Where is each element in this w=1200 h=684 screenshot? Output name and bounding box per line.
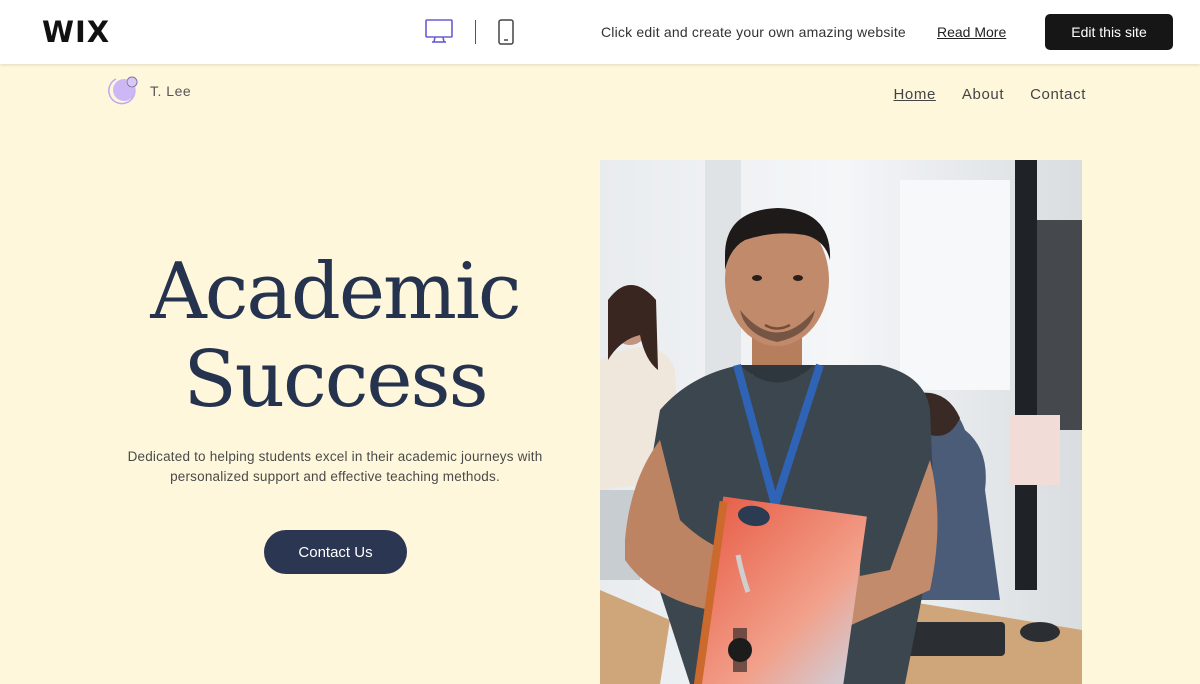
hero-title-line-1: Academic bbox=[150, 247, 521, 337]
site-nav: Home About Contact bbox=[893, 86, 1086, 103]
promo-text: Click edit and create your own amazing w… bbox=[601, 24, 906, 40]
mobile-icon[interactable] bbox=[496, 18, 516, 46]
wix-top-bar: WIX Click edit and create your own amazi… bbox=[0, 0, 1200, 64]
hero-title-line-2: Success bbox=[183, 335, 488, 425]
nav-about[interactable]: About bbox=[962, 86, 1004, 103]
contact-us-button[interactable]: Contact Us bbox=[264, 530, 407, 574]
hero-description: Dedicated to helping students excel in t… bbox=[127, 449, 543, 484]
hero-title: Academic Success bbox=[100, 248, 570, 424]
nav-home[interactable]: Home bbox=[893, 86, 935, 103]
edit-site-button[interactable]: Edit this site bbox=[1045, 14, 1173, 50]
site-logo-icon[interactable] bbox=[106, 72, 140, 106]
nav-contact[interactable]: Contact bbox=[1030, 86, 1086, 103]
wix-logo[interactable]: WIX bbox=[42, 15, 110, 49]
desktop-icon[interactable] bbox=[424, 18, 454, 44]
read-more-link[interactable]: Read More bbox=[937, 24, 1006, 40]
device-divider bbox=[475, 20, 476, 44]
site-name[interactable]: T. Lee bbox=[150, 83, 191, 99]
hero-student-photo bbox=[600, 160, 1082, 684]
